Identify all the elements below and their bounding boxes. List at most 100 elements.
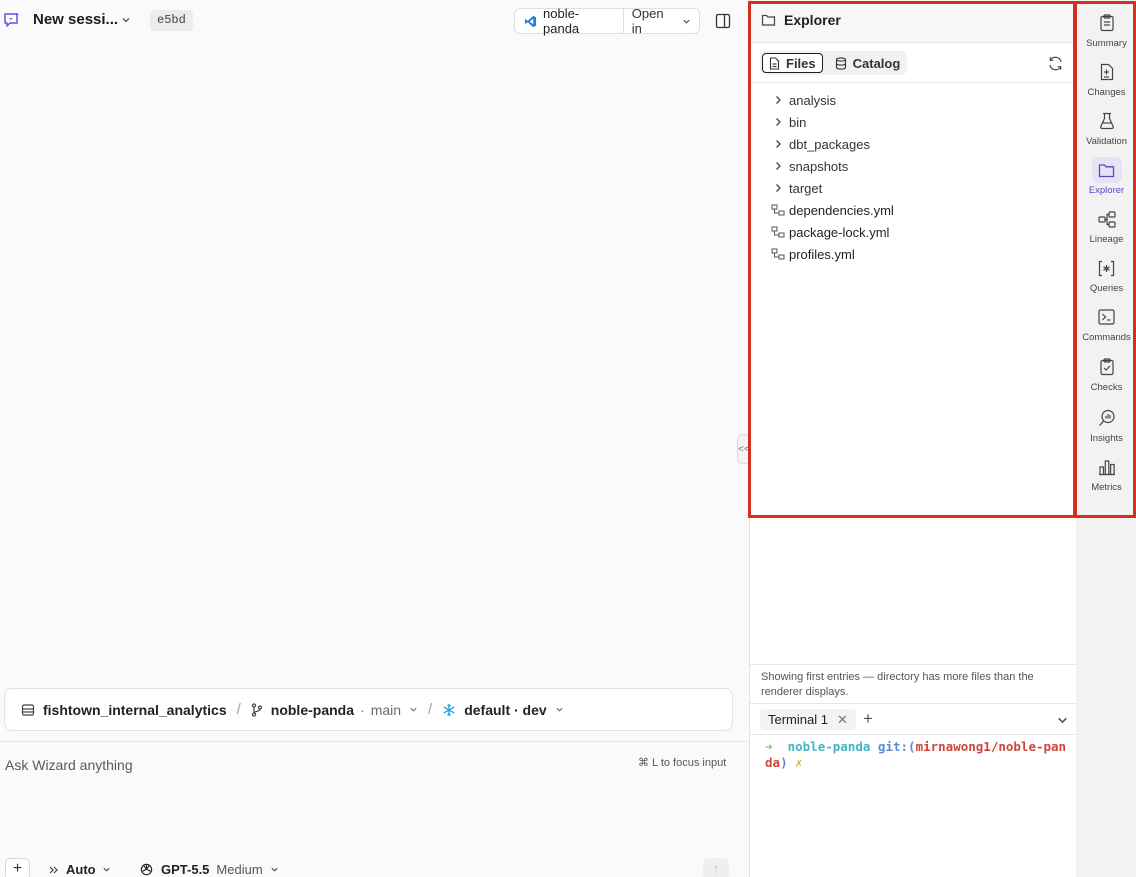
model-label: GPT-5.5 [161, 862, 210, 877]
ask-wizard-input[interactable] [5, 754, 605, 776]
yaml-file-icon [771, 204, 785, 216]
terminal-icon [1092, 304, 1122, 330]
file-diff-icon [1092, 59, 1122, 85]
session-title[interactable]: New sessi... [33, 11, 118, 28]
yaml-file-icon [771, 248, 785, 260]
environment-name[interactable]: default · dev [464, 702, 546, 718]
sidebar-item-queries[interactable]: Queries [1080, 255, 1133, 303]
chevron-down-icon [270, 865, 279, 874]
prompt-dirty-marker: ✗ [795, 755, 803, 770]
sidebar-item-validation[interactable]: Validation [1080, 108, 1133, 156]
send-button[interactable]: ↑ [703, 858, 729, 877]
sidebar-item-label: Checks [1090, 382, 1123, 393]
sidebar-item-label: Insights [1090, 433, 1123, 444]
terminal-output[interactable]: ➜ noble-panda git:(mirnawong1/noble-pand… [765, 739, 1067, 771]
toggle-panel-icon[interactable] [715, 13, 731, 29]
file-label: dependencies.yml [789, 202, 894, 218]
vscode-branch-button[interactable]: noble-panda [515, 6, 624, 36]
breadcrumb-separator: / [236, 701, 241, 718]
chevron-right-icon [774, 117, 784, 127]
mode-selector[interactable]: Auto [48, 862, 111, 877]
open-in-button-group: noble-panda Open in [514, 6, 700, 36]
tab-catalog-label: Catalog [852, 55, 901, 71]
sidebar-item-label: Commands [1082, 332, 1131, 343]
tree-folder[interactable]: snapshots [750, 155, 1077, 177]
base-branch[interactable]: main [371, 702, 401, 718]
tab-files[interactable]: Files [762, 53, 823, 73]
chevron-down-icon[interactable] [409, 705, 418, 714]
tree-file[interactable]: profiles.yml [750, 243, 1077, 265]
branch-button-label: noble-panda [543, 6, 580, 36]
chevron-right-icon [774, 183, 784, 193]
effort-label: Medium [216, 862, 263, 877]
sidebar-item-label: Lineage [1089, 234, 1124, 245]
terminal-tab[interactable]: Terminal 1 ✕ [760, 709, 856, 730]
context-bar: fishtown_internal_analytics / noble-pand… [4, 688, 733, 731]
sidebar-item-label: Queries [1089, 283, 1124, 294]
session-hash-badge: e5bd [150, 10, 193, 31]
right-sidebar: Summary Changes Validation Explorer Line… [1076, 0, 1136, 877]
folder-label: target [789, 180, 823, 196]
yaml-file-icon [771, 226, 785, 238]
session-header: New sessi... e5bd noble-panda Open in [0, 0, 748, 42]
file-tree: analysis bin dbt_packages snapshots targ… [750, 89, 1077, 265]
git-branch-icon [251, 702, 263, 717]
breadcrumb-separator: / [428, 701, 433, 718]
file-label: profiles.yml [789, 246, 855, 262]
composer-divider [0, 741, 748, 742]
explorer-header: Explorer [750, 0, 1077, 43]
sidebar-item-label: Explorer [1088, 185, 1125, 196]
openai-icon [139, 862, 154, 877]
bar-chart-icon [1092, 454, 1122, 480]
sidebar-item-changes[interactable]: Changes [1080, 59, 1133, 107]
sidebar-item-explorer[interactable]: Explorer [1080, 157, 1133, 205]
add-terminal-button[interactable]: + [863, 710, 873, 728]
tree-folder[interactable]: analysis [750, 89, 1077, 111]
explorer-title: Explorer [784, 12, 841, 28]
folder-label: bin [789, 114, 807, 130]
model-selector[interactable]: GPT-5.5 Medium [139, 862, 279, 877]
database-icon [835, 56, 847, 70]
clipboard-check-icon [1092, 354, 1122, 380]
file-label: package-lock.yml [789, 224, 890, 240]
sidebar-item-metrics[interactable]: Metrics [1080, 454, 1133, 502]
collapse-panel-handle[interactable]: << [737, 434, 751, 464]
database-icon [21, 703, 35, 717]
query-brackets-icon [1092, 255, 1122, 281]
sidebar-item-checks[interactable]: Checks [1080, 354, 1133, 402]
folder-icon [761, 13, 776, 27]
chevron-down-icon[interactable] [555, 705, 564, 714]
chevron-right-icon [774, 161, 784, 171]
sidebar-item-summary[interactable]: Summary [1080, 10, 1133, 58]
tree-folder[interactable]: target [750, 177, 1077, 199]
tab-catalog[interactable]: Catalog [829, 53, 907, 73]
tree-file[interactable]: dependencies.yml [750, 199, 1077, 221]
sidebar-item-lineage[interactable]: Lineage [1080, 206, 1133, 254]
sidebar-item-commands[interactable]: Commands [1080, 304, 1133, 352]
clipboard-icon [1092, 10, 1122, 36]
open-in-dropdown[interactable]: Open in [624, 6, 699, 36]
branch-name[interactable]: noble-panda [271, 702, 354, 718]
chevron-down-icon[interactable] [1057, 715, 1068, 726]
prompt-git-prefix: git:( [877, 739, 916, 754]
sidebar-item-insights[interactable]: Insights [1080, 405, 1133, 453]
footer-divider [750, 664, 1077, 665]
folder-label: analysis [789, 92, 836, 108]
composer-toolbar: + Auto GPT-5.5 Medium ↑ [0, 858, 748, 877]
prompt-arrow: ➜ [765, 739, 773, 754]
refresh-icon[interactable] [1047, 55, 1064, 72]
tree-file[interactable]: package-lock.yml [750, 221, 1077, 243]
folder-icon [1091, 157, 1122, 183]
file-icon [769, 56, 780, 70]
chevron-down-icon[interactable] [121, 15, 131, 25]
project-name[interactable]: fishtown_internal_analytics [43, 702, 227, 718]
sidebar-item-label: Validation [1085, 136, 1128, 147]
explorer-footer-note: Showing first entries — directory has mo… [761, 671, 1034, 698]
close-icon[interactable]: ✕ [837, 712, 848, 728]
add-attachment-button[interactable]: + [5, 858, 30, 877]
folder-label: dbt_packages [789, 136, 870, 152]
focus-shortcut-hint: ⌘ L to focus input [638, 757, 727, 769]
sidebar-item-label: Summary [1086, 38, 1127, 49]
tree-folder[interactable]: dbt_packages [750, 133, 1077, 155]
tree-folder[interactable]: bin [750, 111, 1077, 133]
